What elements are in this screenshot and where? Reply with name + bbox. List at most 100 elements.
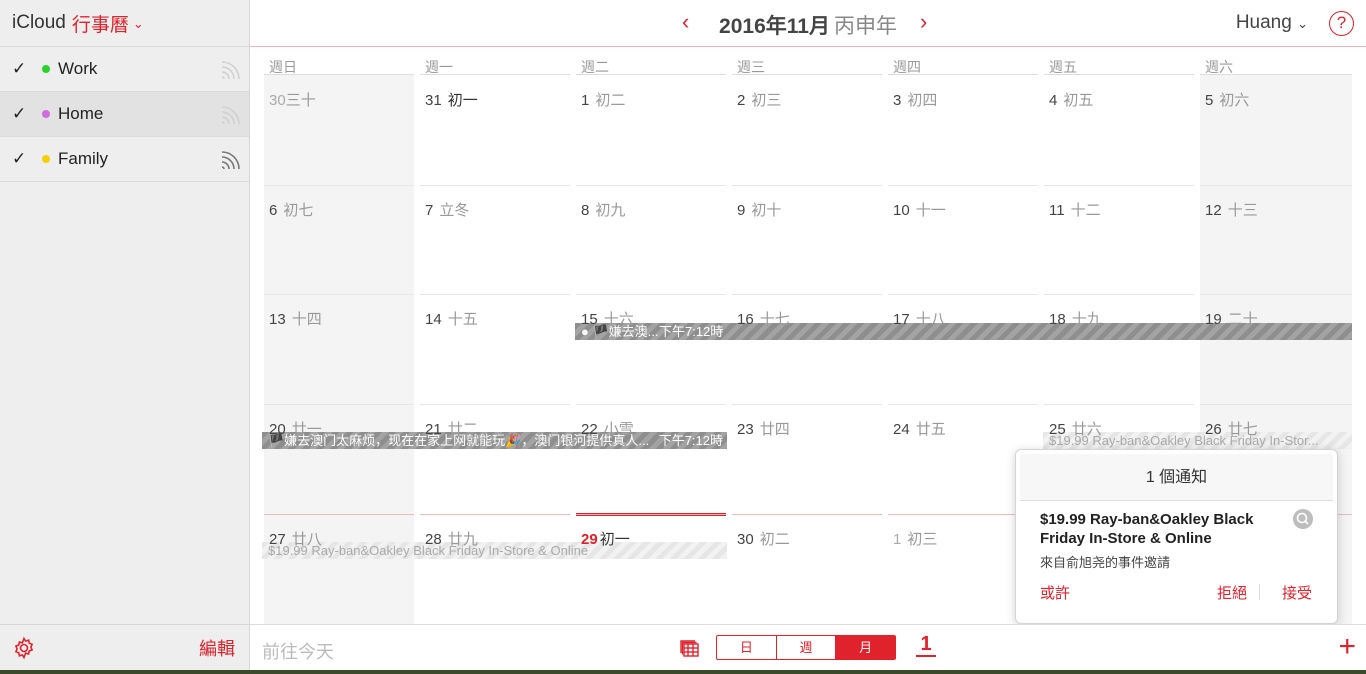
day-number: 9: [737, 202, 746, 219]
day-cell[interactable]: 5 初六: [1205, 89, 1249, 110]
day-cell[interactable]: 20 廿一: [269, 418, 322, 439]
day-number: 6: [269, 202, 278, 219]
day-cell[interactable]: 21 廿二: [425, 418, 478, 439]
ganzhi-label: 丙申年: [833, 15, 897, 38]
checkmark-icon[interactable]: ✓: [12, 59, 34, 79]
day-cell[interactable]: 1 初二: [581, 89, 625, 110]
lunar-date: 初七: [283, 202, 314, 219]
day-cell[interactable]: 9 初十: [737, 199, 781, 220]
event-time: 下午7:12時: [659, 324, 724, 339]
add-event-button[interactable]: +: [1338, 632, 1356, 662]
next-month-button[interactable]: ›: [920, 9, 927, 35]
week-divider: [264, 514, 414, 515]
week-divider: [1200, 185, 1352, 186]
event-bar[interactable]: $19.99 Ray-ban&Oakley Black Friday In-St…: [262, 542, 727, 559]
decline-button[interactable]: 拒絕: [1217, 582, 1247, 603]
day-cell[interactable]: 13 十四: [269, 308, 322, 329]
day-number: 20: [269, 421, 286, 438]
lunar-date: 廿六: [1071, 421, 1102, 438]
day-cell[interactable]: 16 十七: [737, 308, 790, 329]
day-cell[interactable]: 12 十三: [1205, 199, 1258, 220]
day-cell[interactable]: 22 小雪: [581, 418, 634, 439]
lunar-date: 廿二: [447, 421, 478, 438]
calendar-list-icon[interactable]: [678, 638, 700, 658]
invite-from: 來自俞旭尧的事件邀請: [1040, 555, 1171, 570]
day-cell[interactable]: 7 立冬: [425, 199, 469, 220]
week-divider: [264, 404, 414, 405]
day-cell[interactable]: 30三十: [269, 89, 316, 110]
checkmark-icon[interactable]: ✓: [12, 104, 34, 124]
day-number: 31: [425, 92, 442, 109]
week-divider: [732, 294, 882, 295]
shared-calendar-icon[interactable]: [219, 105, 241, 125]
lunar-date: 十八: [915, 311, 946, 328]
help-button[interactable]: ?: [1329, 11, 1354, 36]
lunar-date: 廿四: [759, 421, 790, 438]
day-cell[interactable]: 18 十九: [1049, 308, 1102, 329]
day-cell[interactable]: 24 廿五: [893, 418, 946, 439]
day-cell[interactable]: 29 初一: [581, 528, 630, 549]
week-divider: [576, 404, 726, 405]
day-cell[interactable]: 31 初一: [425, 89, 478, 110]
user-menu[interactable]: Huang ⌄: [1236, 12, 1308, 34]
day-cell[interactable]: 6 初七: [269, 199, 313, 220]
day-number: 19: [1205, 311, 1222, 328]
day-cell[interactable]: 11 十二: [1049, 199, 1101, 220]
checkmark-icon[interactable]: ✓: [12, 149, 34, 169]
calendar-item-home[interactable]: ✓ Home: [0, 92, 249, 137]
week-divider: [888, 404, 1038, 405]
app-name: 行事曆: [71, 14, 129, 36]
day-cell[interactable]: 23 廿四: [737, 418, 790, 439]
week-view-button[interactable]: 週: [777, 636, 837, 659]
day-cell[interactable]: 8 初九: [581, 199, 625, 220]
day-number: 26: [1205, 421, 1222, 438]
go-to-today-button[interactable]: 前往今天: [262, 638, 334, 664]
day-cell[interactable]: 14 十五: [425, 308, 478, 329]
day-number: 7: [425, 202, 434, 219]
day-cell[interactable]: 15 十六: [581, 308, 634, 329]
day-number: 23: [737, 421, 754, 438]
maybe-button[interactable]: 或許: [1040, 582, 1070, 603]
day-cell[interactable]: 28 廿九: [425, 528, 478, 549]
app-switcher[interactable]: iCloud 行事曆 ⌄: [0, 0, 249, 47]
gear-icon[interactable]: [12, 636, 36, 660]
day-cell[interactable]: 3 初四: [893, 89, 937, 110]
day-cell[interactable]: 27 廿八: [269, 528, 322, 549]
chevron-down-icon: ⌄: [132, 16, 144, 31]
month-view-button[interactable]: 月: [836, 636, 895, 659]
day-number: 12: [1205, 202, 1222, 219]
event-bar[interactable]: 🏴嫌去澳门太麻烦，现在在家上网就能玩🎉，澳门银河提供真人... 下午7:12時: [262, 432, 727, 449]
lunar-date: 初六: [1219, 92, 1250, 109]
day-cell[interactable]: 10 十一: [893, 199, 946, 220]
invite-title[interactable]: $19.99 Ray-ban&Oakley Black Friday In-St…: [1040, 510, 1280, 548]
calendar-item-work[interactable]: ✓ Work: [0, 47, 249, 92]
day-number: 8: [581, 202, 590, 219]
day-number: 4: [1049, 92, 1058, 109]
day-view-button[interactable]: 日: [717, 636, 777, 659]
top-bar: ‹ 2016年11月 丙申年 › Huang ⌄ ?: [250, 0, 1366, 47]
lunar-date: 初十: [751, 202, 782, 219]
calendar-item-family[interactable]: ✓ Family: [0, 137, 249, 182]
shared-calendar-icon[interactable]: [219, 60, 241, 80]
sidebar-footer: 編輯: [0, 624, 249, 670]
week-divider: [576, 185, 726, 186]
notifications-button[interactable]: 1: [916, 633, 936, 657]
day-cell[interactable]: 25 廿六: [1049, 418, 1102, 439]
edit-button[interactable]: 編輯: [199, 635, 235, 661]
lunar-date: 初三: [907, 531, 938, 548]
day-cell[interactable]: 30 初二: [737, 528, 790, 549]
week-divider: [264, 294, 414, 295]
day-cell[interactable]: 1 初三: [893, 528, 937, 549]
calendar-color-dot: [42, 110, 50, 118]
search-icon[interactable]: [1293, 509, 1313, 529]
lunar-date: 廿九: [447, 531, 478, 548]
accept-button[interactable]: 接受: [1282, 582, 1312, 603]
day-cell[interactable]: 2 初三: [737, 89, 781, 110]
day-cell[interactable]: 19 二十: [1205, 308, 1258, 329]
day-number: 11: [1049, 202, 1065, 219]
shared-calendar-icon[interactable]: [219, 150, 241, 170]
day-number: 28: [425, 531, 442, 548]
day-cell[interactable]: 26 廿七: [1205, 418, 1258, 439]
day-cell[interactable]: 17 十八: [893, 308, 946, 329]
day-cell[interactable]: 4 初五: [1049, 89, 1093, 110]
